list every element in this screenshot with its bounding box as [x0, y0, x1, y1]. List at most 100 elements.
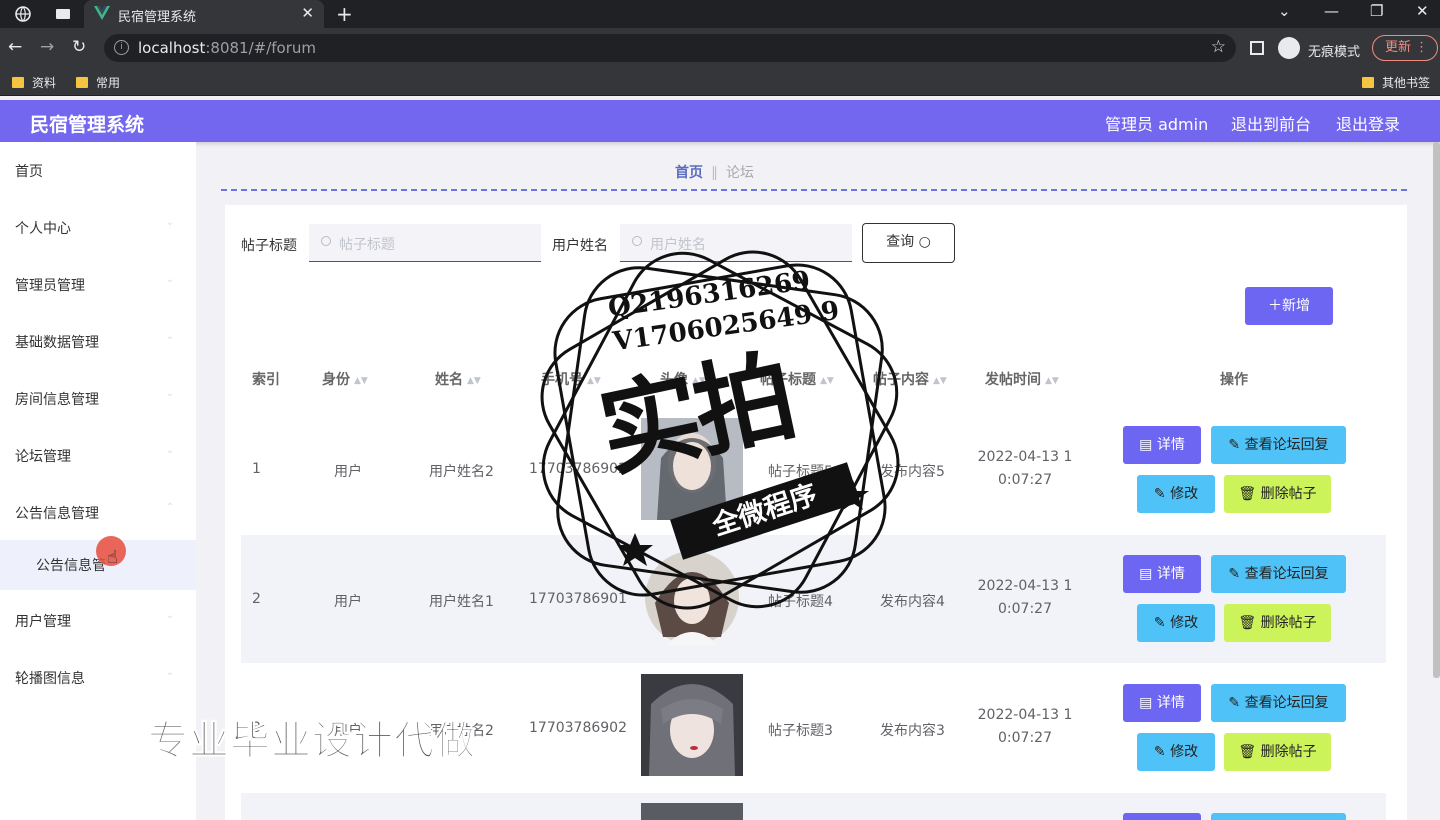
add-label: 新增: [1282, 298, 1310, 314]
sidebar-item-home[interactable]: 首页: [0, 150, 196, 190]
new-tab-icon[interactable]: +: [336, 2, 353, 26]
admin-label: 管理员 admin: [1105, 115, 1209, 134]
url-path: :8081/#/forum: [205, 39, 316, 57]
reload-icon[interactable]: ↻: [72, 37, 86, 57]
cell-name: 用户姓名2: [429, 464, 494, 480]
post-title-label: 帖子标题: [241, 238, 297, 254]
bookmark-folder-2[interactable]: 常用: [76, 74, 120, 91]
folder-icon: [1362, 77, 1374, 88]
cell-index: 2: [252, 591, 261, 607]
sidebar-item-basedata[interactable]: 基础数据管理 ⌄: [0, 321, 196, 361]
sidebar-item-forum[interactable]: 论坛管理 ⌄: [0, 435, 196, 475]
avatar-image: [641, 674, 743, 776]
cell-role: 用户: [334, 594, 362, 610]
globe-icon[interactable]: [14, 5, 32, 23]
search-icon: [321, 236, 331, 246]
cell-name: 用户姓名1: [429, 594, 494, 610]
post-title-input[interactable]: 帖子标题: [309, 224, 541, 262]
detail-button[interactable]: [1123, 813, 1201, 820]
view-replies-button[interactable]: ✎ 查看论坛回复: [1211, 684, 1346, 722]
view-replies-button[interactable]: [1211, 813, 1346, 820]
minimize-icon[interactable]: —: [1324, 2, 1339, 20]
bookmark-folder-1[interactable]: 资料: [12, 74, 56, 91]
browser-tab-bar: 民宿管理系统 ✕ + ⌄ — ❐ ✕: [0, 0, 1440, 28]
page-scrollbar[interactable]: [1433, 142, 1440, 678]
th-role[interactable]: 身份 ▲▼: [322, 369, 368, 389]
edit-button[interactable]: ✎ 修改: [1137, 733, 1215, 771]
breadcrumb-home[interactable]: 首页: [675, 165, 703, 181]
detail-button[interactable]: ▤ 详情: [1123, 555, 1201, 593]
sidebar-item-label: 基础数据管理: [15, 335, 99, 351]
sidebar-item-label: 论坛管理: [15, 449, 71, 465]
cell-role: 用户: [334, 464, 362, 480]
plus-icon: ＋: [1268, 298, 1282, 314]
sidebar-item-profile[interactable]: 个人中心 ⌄: [0, 207, 196, 247]
detail-button[interactable]: ▤ 详情: [1123, 684, 1201, 722]
cell-time: 2022-04-13 1 0:07:27: [970, 446, 1080, 492]
sidebar-item-admin[interactable]: 管理员管理 ⌄: [0, 264, 196, 304]
side-panel-icon[interactable]: [1250, 41, 1264, 55]
sidebar-item-label: 首页: [15, 164, 43, 180]
incognito-icon[interactable]: [1278, 37, 1300, 59]
folder-icon: [12, 77, 24, 88]
url-host: localhost: [138, 39, 206, 57]
cell-time-date: 2022-04-13 1: [977, 449, 1073, 465]
delete-button[interactable]: 🗑 删除帖子: [1224, 475, 1331, 513]
edit-button[interactable]: ✎ 修改: [1137, 604, 1215, 642]
delete-label: 删除帖子: [1260, 486, 1317, 502]
logout-link[interactable]: 退出登录: [1336, 111, 1400, 135]
add-button[interactable]: ＋新增: [1245, 287, 1333, 325]
omnibox[interactable]: i localhost:8081/#/forum ☆: [104, 34, 1236, 62]
delete-button[interactable]: 🗑 删除帖子: [1224, 604, 1331, 642]
sort-icon[interactable]: ▲▼: [933, 376, 947, 386]
detail-label: 详情: [1156, 437, 1185, 453]
sort-icon[interactable]: ▲▼: [354, 376, 368, 386]
cell-time-clock: 0:07:27: [998, 730, 1052, 746]
sidebar-item-label: 个人中心: [15, 221, 71, 237]
view-replies-button[interactable]: ✎ 查看论坛回复: [1211, 426, 1346, 464]
breadcrumb-separator-icon: ∥: [711, 165, 718, 181]
delete-label: 删除帖子: [1260, 615, 1317, 631]
sidebar-item-carousel[interactable]: 轮播图信息 ⌄: [0, 657, 196, 697]
th-ops: 操作: [1220, 372, 1248, 388]
window-icon[interactable]: [54, 5, 72, 23]
cell-time-date: 2022-04-13 1: [977, 707, 1073, 723]
view-replies-button[interactable]: ✎ 查看论坛回复: [1211, 555, 1346, 593]
window-close-icon[interactable]: ✕: [1416, 2, 1429, 20]
sort-icon[interactable]: ▲▼: [467, 376, 481, 386]
edit-button[interactable]: ✎ 修改: [1137, 475, 1215, 513]
delete-button[interactable]: 🗑 删除帖子: [1224, 733, 1331, 771]
detail-label: 详情: [1156, 566, 1185, 582]
chevron-down-icon: ⌄: [165, 610, 174, 621]
cell-time-date: 2022-04-13 1: [977, 578, 1073, 594]
sidebar-item-users[interactable]: 用户管理 ⌄: [0, 600, 196, 640]
update-button[interactable]: 更新 ⋮: [1372, 35, 1438, 61]
tab-close-icon[interactable]: ✕: [301, 4, 314, 22]
bookmark-star-icon[interactable]: ☆: [1211, 37, 1226, 57]
restore-icon[interactable]: ❐: [1370, 2, 1383, 20]
view-replies-label: 查看论坛回复: [1244, 566, 1329, 582]
detail-button[interactable]: ▤ 详情: [1123, 426, 1201, 464]
folder-icon: [76, 77, 88, 88]
th-name-label: 姓名: [435, 372, 463, 388]
post-title-placeholder: 帖子标题: [339, 237, 395, 253]
edit-label: 修改: [1170, 486, 1199, 502]
sort-icon[interactable]: ▲▼: [1045, 376, 1059, 386]
other-bookmarks-label: 其他书签: [1382, 76, 1431, 90]
back-to-front-link[interactable]: 退出到前台: [1231, 111, 1311, 135]
sidebar-item-notice[interactable]: 公告信息管理 ⌃: [0, 492, 196, 532]
forward-icon[interactable]: →: [40, 37, 54, 57]
th-time[interactable]: 发帖时间 ▲▼: [985, 369, 1059, 389]
other-bookmarks[interactable]: 其他书签: [1362, 74, 1430, 91]
sidebar-item-rooms[interactable]: 房间信息管理 ⌄: [0, 378, 196, 418]
site-info-icon[interactable]: i: [114, 40, 129, 55]
active-tab[interactable]: 民宿管理系统 ✕: [84, 0, 324, 28]
tab-search-icon[interactable]: ⌄: [1278, 2, 1291, 20]
back-icon[interactable]: ←: [8, 37, 22, 57]
url-text[interactable]: localhost:8081/#/forum: [138, 39, 316, 57]
detail-label: 详情: [1156, 695, 1185, 711]
th-name[interactable]: 姓名 ▲▼: [435, 369, 481, 389]
vue-logo-icon: [94, 6, 110, 20]
cell-time: 2022-04-13 1 0:07:27: [970, 704, 1080, 750]
cell-time: 2022-04-13 1 0:07:27: [970, 575, 1080, 621]
